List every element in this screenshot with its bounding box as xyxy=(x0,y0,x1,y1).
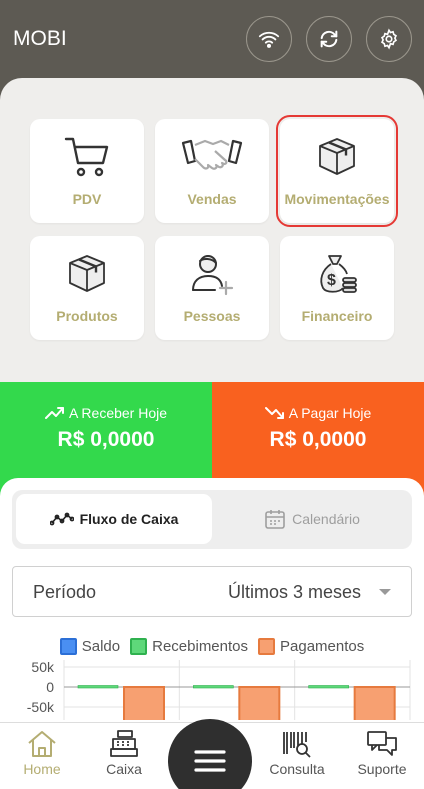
bar-recebimentos xyxy=(193,685,234,689)
menu-tile-financeiro[interactable]: $ Financeiro xyxy=(280,236,394,340)
legend-item-saldo[interactable]: Saldo xyxy=(59,638,121,655)
legend-label: Saldo xyxy=(81,638,121,655)
box-icon xyxy=(69,255,105,292)
tab-cashflow[interactable]: Fluxo de Caixa xyxy=(16,494,212,544)
menu-tile-produtos[interactable]: Produtos xyxy=(30,236,144,340)
app-bar: MOBI xyxy=(0,0,424,80)
receive-value: R$ 0,0000 xyxy=(57,428,155,451)
menu-tile-label: PDV xyxy=(72,191,102,207)
legend-label: Recebimentos xyxy=(152,638,249,655)
legend-swatch xyxy=(258,638,276,655)
trending-up-icon xyxy=(44,407,64,419)
tab-calendar[interactable]: Calendário xyxy=(216,494,408,544)
pay-label: A Pagar Hoje xyxy=(288,405,372,421)
legend-item-pagamentos[interactable]: Pagamentos xyxy=(258,638,364,655)
receive-label: A Receber Hoje xyxy=(68,405,168,421)
period-label: Período xyxy=(33,582,97,602)
trending-down-icon xyxy=(264,407,284,419)
wifi-icon xyxy=(258,31,280,48)
calendar-icon xyxy=(265,510,285,529)
menu-tile-movimentacoes[interactable]: Movimentações xyxy=(276,115,398,227)
nav-consulta-label: Consulta xyxy=(269,761,325,777)
period-value: Últimos 3 meses xyxy=(227,582,361,602)
bar-recebimentos xyxy=(77,685,119,689)
cash-register-icon xyxy=(110,730,138,757)
settings-icon xyxy=(380,28,398,50)
settings-button[interactable] xyxy=(366,16,412,62)
menu-tile-label: Movimentações xyxy=(284,191,390,207)
money-bag-icon: $ xyxy=(320,255,357,293)
y-tick-label: 50k xyxy=(31,660,55,675)
legend-label: Pagamentos xyxy=(280,638,365,655)
legend-swatch xyxy=(59,638,77,655)
caret-down-icon xyxy=(379,589,391,595)
nav-suporte-label: Suporte xyxy=(357,761,407,777)
menu-tile-pessoas[interactable]: Pessoas xyxy=(155,236,269,340)
svg-text:$: $ xyxy=(327,272,336,289)
menu-tile-pdv[interactable]: PDV xyxy=(30,119,144,223)
view-segmented-control: Fluxo de Caixa Calendário xyxy=(12,490,412,549)
menu-icon xyxy=(194,750,226,772)
tab-cashflow-label: Fluxo de Caixa xyxy=(79,511,179,527)
home-icon xyxy=(28,731,56,757)
barcode-search-icon xyxy=(283,732,311,758)
y-tick-label: 0 xyxy=(46,679,54,695)
main-panel: PDV Vendas Movimentações Produtos Pessoa… xyxy=(0,78,424,789)
tab-calendar-label: Calendário xyxy=(292,511,360,527)
nav-home-label: Home xyxy=(23,761,61,777)
menu-tile-label: Produtos xyxy=(56,308,118,324)
chat-icon xyxy=(367,731,397,756)
nav-consulta[interactable]: Consulta xyxy=(257,729,337,777)
bar-recebimentos xyxy=(308,685,349,689)
nav-caixa[interactable]: Caixa xyxy=(84,729,164,777)
wifi-button[interactable] xyxy=(246,16,292,62)
chart-legend: Saldo Recebimentos Pagamentos xyxy=(0,638,424,655)
handshake-icon xyxy=(181,139,243,170)
nav-suporte[interactable]: Suporte xyxy=(342,729,422,777)
bar-pagamentos xyxy=(238,686,281,720)
line-chart-icon xyxy=(49,512,74,526)
nav-caixa-label: Caixa xyxy=(106,761,142,777)
cart-icon xyxy=(64,137,109,177)
nav-home[interactable]: Home xyxy=(2,729,82,777)
legend-item-recebimentos[interactable]: Recebimentos xyxy=(130,638,248,655)
sync-icon xyxy=(320,30,338,48)
bar-pagamentos xyxy=(353,686,396,720)
app-title: MOBI xyxy=(13,27,67,50)
menu-tile-label: Vendas xyxy=(187,191,237,207)
pay-value: R$ 0,0000 xyxy=(269,428,367,451)
menu-tile-label: Pessoas xyxy=(183,308,241,324)
y-tick-label: -50k xyxy=(27,699,55,715)
legend-swatch xyxy=(130,638,148,655)
menu-tile-label: Financeiro xyxy=(301,308,373,324)
bar-pagamentos xyxy=(123,686,165,720)
sync-button[interactable] xyxy=(306,16,352,62)
box-icon xyxy=(319,138,355,175)
cashflow-chart: 50k 0 -50k xyxy=(27,660,411,720)
person-add-icon xyxy=(192,255,234,296)
period-select[interactable]: Período Últimos 3 meses xyxy=(12,566,412,617)
menu-tile-vendas[interactable]: Vendas xyxy=(155,119,269,223)
